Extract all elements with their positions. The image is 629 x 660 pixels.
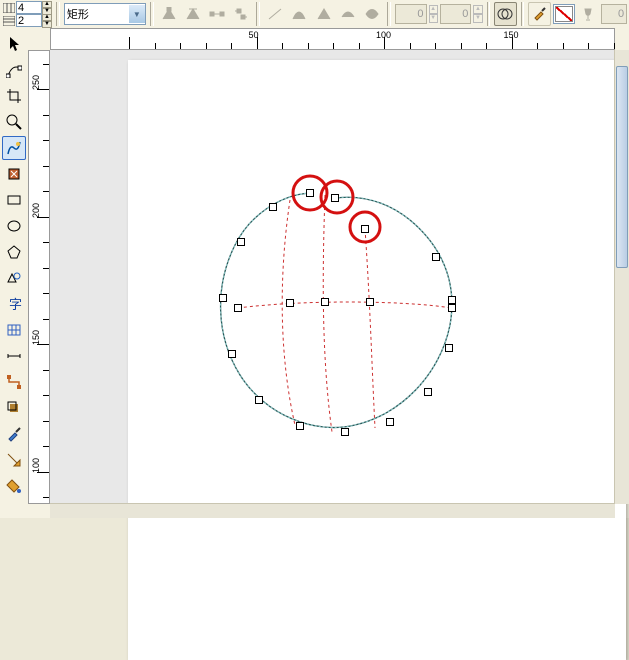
nodes-layer [50,50,615,504]
vertical-scrollbar[interactable] [614,50,629,504]
grid-size-group: ▲▼ ▲▼ [2,1,52,27]
chevron-down-icon[interactable]: ▼ [129,5,145,23]
edit-node[interactable] [445,344,453,352]
grid-rows-field[interactable]: ▲▼ [2,14,52,27]
dimension-tool[interactable] [2,344,26,368]
pointer-tool[interactable] [2,32,26,56]
freehand-tool[interactable] [2,136,26,160]
opt1-spinner: ▲▼ [429,5,438,23]
scroll-thumb[interactable] [616,66,628,268]
vertical-ruler[interactable]: 100150200250 [28,50,50,504]
edit-node[interactable] [228,350,236,358]
cols-icon [2,1,16,14]
option-value-3: 0 [601,4,627,24]
cusp-node-button [313,2,335,26]
polygon-tool[interactable] [2,240,26,264]
grid-cols-input[interactable] [16,1,42,14]
effects-tool[interactable] [2,396,26,420]
text-tool[interactable]: 字 [2,292,26,316]
rows-spinner[interactable]: ▲▼ [42,14,52,27]
separator [150,2,154,26]
join-nodes-button [206,2,228,26]
wineglass-button [577,2,599,26]
crop-tool[interactable] [2,84,26,108]
grid-cols-field[interactable]: ▲▼ [2,1,52,14]
edit-node[interactable] [237,238,245,246]
shape-edit-tool[interactable] [2,58,26,82]
edit-node[interactable] [234,304,242,312]
toolbox: 字 [0,28,29,518]
edit-node[interactable] [269,203,277,211]
edit-node[interactable] [424,388,432,396]
overlap-button[interactable] [494,2,516,26]
grid-rows-input[interactable] [16,14,42,27]
edit-node[interactable] [386,418,394,426]
horizontal-scrollbar[interactable] [50,503,615,518]
color-swatch-none[interactable] [553,4,575,24]
smart-fill-tool[interactable] [2,162,26,186]
eyedropper-button[interactable] [528,2,550,26]
option-value-2: 0 [440,4,472,24]
to-curve-button [288,2,310,26]
separator [387,2,391,26]
canvas-area[interactable] [50,50,615,504]
connector-tool[interactable] [2,370,26,394]
horizontal-ruler[interactable]: /*ticks rendered below*/ 50100150 [50,28,615,50]
smooth-node-button [337,2,359,26]
edit-node[interactable] [366,298,374,306]
option-value-1: 0 [395,4,427,24]
cols-spinner[interactable]: ▲▼ [42,1,52,14]
shape-combo-input[interactable] [65,5,129,23]
zoom-tool[interactable] [2,110,26,134]
table-tool[interactable] [2,318,26,342]
edit-node[interactable] [331,194,339,202]
shape-combo[interactable]: ▼ [64,3,146,25]
separator [256,2,260,26]
svg-text:字: 字 [9,297,22,312]
separator [56,2,60,26]
edit-node[interactable] [306,189,314,197]
edit-node[interactable] [321,298,329,306]
break-node-button [230,2,252,26]
separator [487,2,491,26]
edit-node[interactable] [255,396,263,404]
edit-node[interactable] [296,422,304,430]
symmetric-node-button [361,2,383,26]
edit-node[interactable] [286,299,294,307]
edit-node[interactable] [432,253,440,261]
edit-node[interactable] [361,225,369,233]
rectangle-tool[interactable] [2,188,26,212]
outline-tool[interactable] [2,448,26,472]
edit-node[interactable] [448,296,456,304]
property-bar: ▲▼ ▲▼ ▼ 0 ▲▼ 0 ▲▼ 0 [0,0,629,29]
opt2-spinner: ▲▼ [473,5,482,23]
add-node-button [158,2,180,26]
edit-node[interactable] [219,294,227,302]
ellipse-tool[interactable] [2,214,26,238]
edit-node[interactable] [341,428,349,436]
fill-tool[interactable] [2,474,26,498]
delete-node-button [182,2,204,26]
rows-icon [2,14,16,27]
to-line-button [264,2,286,26]
eyedropper-tool[interactable] [2,422,26,446]
workspace: /*ticks rendered below*/ 50100150 100150… [28,28,629,518]
edit-node[interactable] [448,304,456,312]
basic-shapes-tool[interactable] [2,266,26,290]
separator [521,2,525,26]
